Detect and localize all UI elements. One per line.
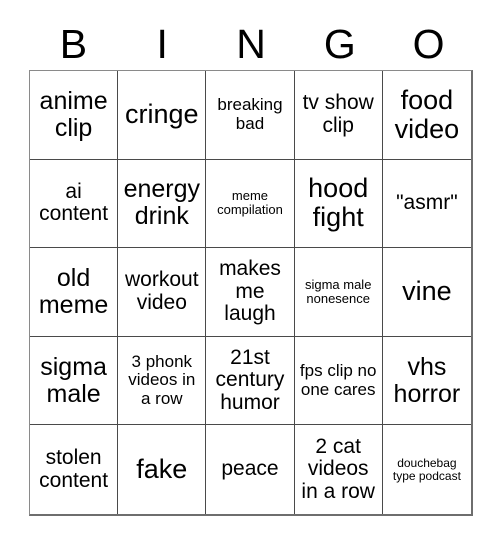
bingo-cell-label: 3 phonk videos in a row xyxy=(128,352,196,408)
bingo-cell-label: makes me laugh xyxy=(219,256,281,326)
bingo-cell-label: energy drink xyxy=(123,175,201,231)
bingo-cell[interactable]: makes me laugh xyxy=(206,248,295,337)
bingo-cell[interactable]: vhs horror xyxy=(382,336,471,426)
bingo-cell-label: 21st century humor xyxy=(215,345,285,414)
bingo-cell-label: tv show clip xyxy=(302,91,374,137)
bingo-cell-label: breaking bad xyxy=(217,95,283,133)
bingo-cell[interactable]: anime clip xyxy=(30,71,119,160)
bingo-header-letter-i: I xyxy=(156,20,168,67)
bingo-cell-label: fps clip no one cares xyxy=(299,361,377,399)
bingo-cell[interactable]: fake xyxy=(118,425,207,514)
bingo-cell[interactable]: meme compilation xyxy=(206,159,295,249)
bingo-cell[interactable]: peace xyxy=(206,425,295,514)
bingo-cell[interactable]: 2 cat videos in a row xyxy=(294,425,383,514)
bingo-cell[interactable]: "asmr" xyxy=(382,159,471,249)
bingo-cell[interactable]: hood fight xyxy=(294,159,383,249)
bingo-cell-label: food video xyxy=(394,84,460,144)
bingo-cell-label: meme compilation xyxy=(217,188,283,218)
bingo-cell-label: cringe xyxy=(125,99,199,130)
bingo-cell[interactable]: vine xyxy=(382,248,471,337)
bingo-cell-label: vine xyxy=(402,276,452,307)
bingo-cell[interactable]: douchebag type podcast xyxy=(382,425,471,514)
bingo-cell-label: "asmr" xyxy=(396,191,458,215)
bingo-cell[interactable]: cringe xyxy=(118,71,207,160)
bingo-cell-label: 2 cat videos in a row xyxy=(301,434,375,504)
bingo-cell-label: douchebag type podcast xyxy=(392,455,461,483)
bingo-header-letter-n: N xyxy=(236,20,266,67)
bingo-cell-label: sigma male xyxy=(40,352,107,408)
bingo-cell-label: ai content xyxy=(39,179,109,226)
bingo-cell-label: hood fight xyxy=(308,173,369,233)
bingo-cell-label: fake xyxy=(136,454,188,485)
bingo-cell[interactable]: 3 phonk videos in a row xyxy=(118,336,207,426)
bingo-cell-label: workout video xyxy=(125,268,199,314)
bingo-cell[interactable]: sigma male xyxy=(30,336,119,426)
bingo-cell[interactable]: breaking bad xyxy=(206,71,295,160)
bingo-grid: anime clip cringe breaking bad tv show c… xyxy=(29,70,473,516)
bingo-cell[interactable]: tv show clip xyxy=(294,71,383,160)
bingo-cell[interactable]: stolen content xyxy=(30,425,119,514)
bingo-header-row: B I N G O xyxy=(29,18,473,70)
bingo-cell-label: stolen content xyxy=(39,446,109,492)
bingo-cell[interactable]: food video xyxy=(382,71,471,160)
bingo-cell[interactable]: workout video xyxy=(118,248,207,337)
bingo-header-letter-o: O xyxy=(412,20,445,67)
bingo-cell[interactable]: sigma male nonesence xyxy=(294,248,383,337)
bingo-cell-label: peace xyxy=(221,457,279,481)
bingo-header-letter-b: B xyxy=(59,20,88,67)
bingo-cell[interactable]: energy drink xyxy=(118,159,207,249)
bingo-cell[interactable]: fps clip no one cares xyxy=(294,336,383,426)
bingo-cell[interactable]: 21st century humor xyxy=(206,336,295,426)
bingo-cell-label: anime clip xyxy=(39,86,108,142)
bingo-cell-label: vhs horror xyxy=(393,352,461,408)
bingo-cell[interactable]: ai content xyxy=(30,159,119,249)
bingo-cell-label: old meme xyxy=(38,263,109,319)
bingo-card: B I N G O anime clip cringe breaking bad… xyxy=(0,0,500,544)
bingo-cell-label: sigma male nonesence xyxy=(304,276,372,306)
bingo-cell[interactable]: old meme xyxy=(30,248,119,337)
bingo-header-letter-g: G xyxy=(323,20,356,67)
